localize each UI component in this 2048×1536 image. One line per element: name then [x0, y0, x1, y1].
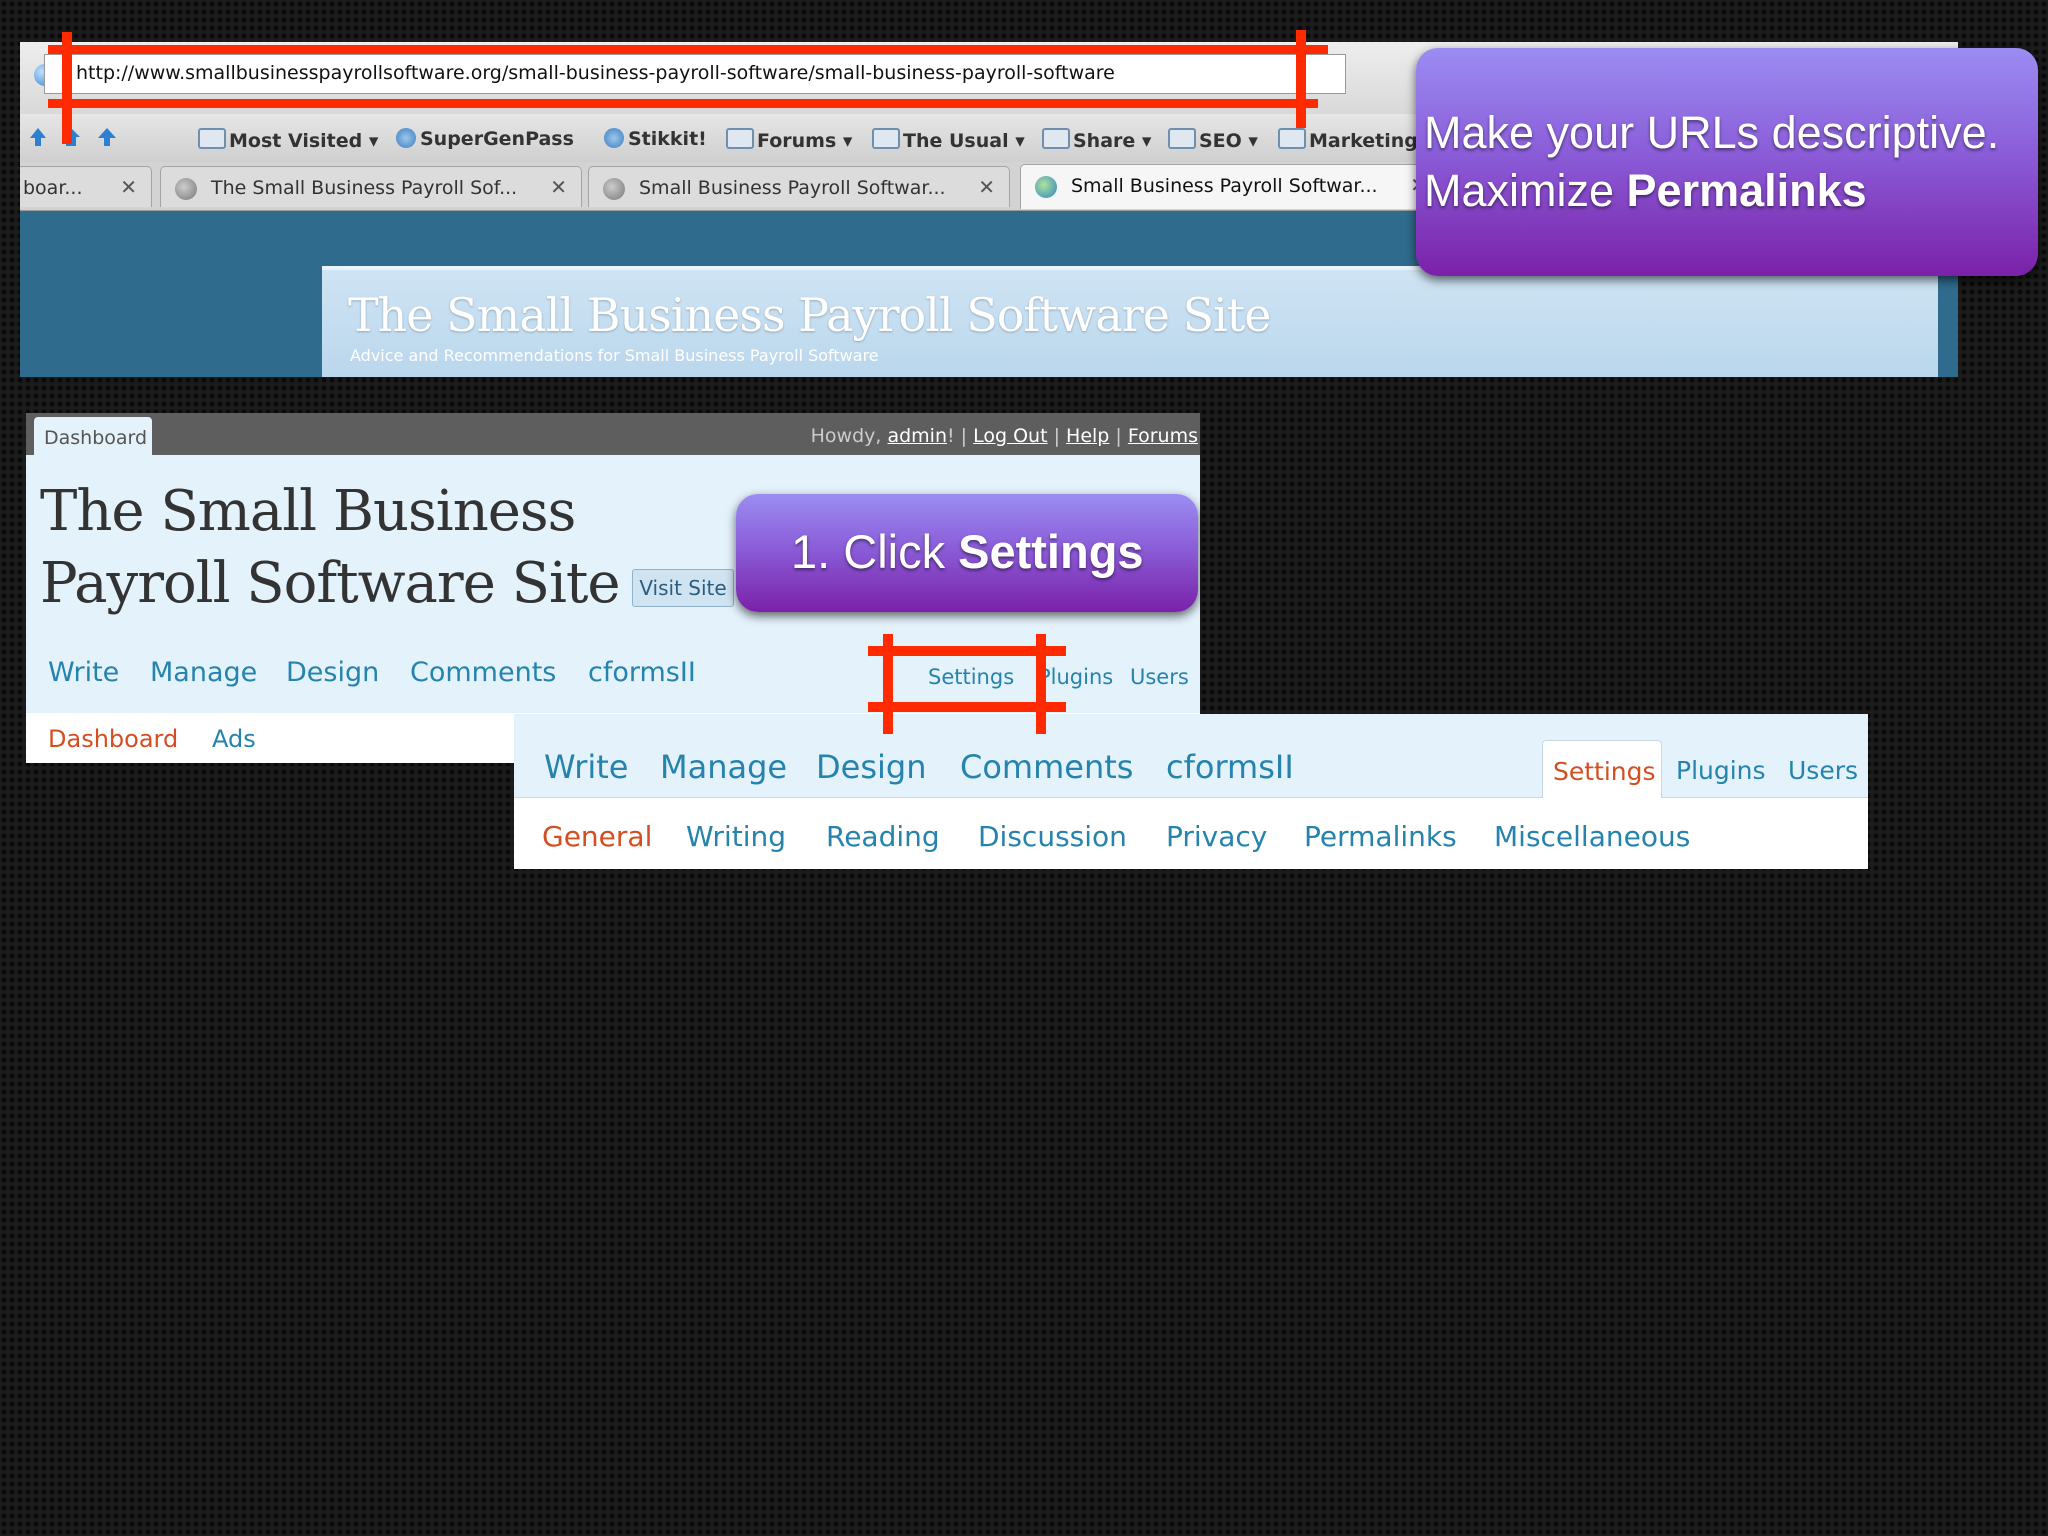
bookmark-forums[interactable]: Forums ▾	[726, 128, 852, 152]
user-links: Howdy, admin! | Log Out | Help | Forums	[810, 425, 1198, 447]
help-link[interactable]: Help	[1066, 425, 1109, 447]
bookmark-most-visited[interactable]: Most Visited ▾	[198, 128, 378, 152]
admin-menu-bar: Write Manage Design Comments cformsII Se…	[514, 714, 1868, 799]
nav-settings[interactable]: Settings	[928, 665, 1014, 689]
visit-site-button[interactable]: Visit Site	[632, 569, 734, 607]
folder-icon	[1042, 128, 1070, 149]
url-highlight-top	[48, 45, 1328, 54]
folder-icon	[198, 128, 226, 149]
nav-manage[interactable]: Manage	[150, 657, 257, 688]
log-out-link[interactable]: Log Out	[973, 425, 1047, 447]
close-tab-icon[interactable]: ✕	[550, 175, 567, 199]
nav-write[interactable]: Write	[544, 748, 628, 786]
browser-tab-active[interactable]: Small Business Payroll Softwar... ✕	[1020, 164, 1442, 209]
bookmark-share[interactable]: Share ▾	[1042, 128, 1151, 152]
nav-manage[interactable]: Manage	[660, 748, 787, 786]
nav-comments[interactable]: Comments	[410, 657, 556, 688]
nav-plugins[interactable]: Plugins	[1676, 756, 1766, 785]
bookmark-stikkit[interactable]: Stikkit!	[604, 128, 707, 150]
address-bar-url[interactable]: http://www.smallbusinesspayrollsoftware.…	[76, 62, 1115, 84]
site-tagline: Advice and Recommendations for Small Bus…	[350, 346, 879, 365]
up-arrow-icon[interactable]	[96, 126, 118, 148]
wp-admin-screenshot-2: Write Manage Design Comments cformsII Se…	[514, 714, 1868, 869]
settings-highlight-right	[1036, 634, 1046, 734]
folder-icon	[726, 128, 754, 149]
submenu-ads[interactable]: Ads	[212, 725, 256, 753]
folder-icon	[1278, 128, 1306, 149]
close-tab-icon[interactable]: ✕	[120, 175, 137, 199]
nav-users[interactable]: Users	[1130, 665, 1189, 689]
blog-title-line-2: Payroll Software Site	[40, 551, 621, 616]
browser-tab[interactable]: boar... ✕	[20, 166, 152, 207]
close-tab-icon[interactable]: ✕	[978, 175, 995, 199]
globe-icon	[1035, 176, 1057, 198]
bookmark-the-usual[interactable]: The Usual ▾	[872, 128, 1025, 152]
nav-comments[interactable]: Comments	[960, 748, 1133, 786]
callout-line-2: Maximize Permalinks	[1424, 165, 1867, 216]
bookmark-supergenpass[interactable]: SuperGenPass	[396, 128, 574, 150]
click-settings-callout: 1. Click Settings	[736, 494, 1198, 612]
bookmarklet-icon	[604, 128, 624, 148]
settings-submenu: General Writing Reading Discussion Priva…	[514, 798, 1868, 869]
site-header: The Small Business Payroll Software Site…	[322, 266, 1938, 377]
globe-icon	[603, 178, 625, 200]
submenu-permalinks[interactable]: Permalinks	[1304, 820, 1457, 853]
submenu-discussion[interactable]: Discussion	[978, 820, 1127, 853]
forums-link[interactable]: Forums	[1128, 425, 1198, 447]
dashboard-tab[interactable]: Dashboard	[34, 417, 152, 455]
nav-cformsii[interactable]: cformsII	[1166, 748, 1294, 786]
nav-cformsii[interactable]: cformsII	[588, 657, 696, 688]
bookmarklet-icon	[396, 128, 416, 148]
globe-icon	[175, 178, 197, 200]
nav-design[interactable]: Design	[816, 748, 926, 786]
submenu-general[interactable]: General	[542, 820, 652, 853]
browser-tab[interactable]: Small Business Payroll Softwar... ✕	[588, 166, 1010, 207]
nav-design[interactable]: Design	[286, 657, 379, 688]
permalinks-callout: Make your URLs descriptive. Maximize Per…	[1416, 48, 2038, 276]
folder-icon	[872, 128, 900, 149]
bookmark-seo[interactable]: SEO ▾	[1168, 128, 1258, 152]
settings-tab-active[interactable]: Settings	[1542, 740, 1662, 799]
url-highlight-left	[62, 32, 72, 144]
submenu-dashboard[interactable]: Dashboard	[48, 725, 178, 753]
callout-line-1: Make your URLs descriptive.	[1424, 107, 2000, 158]
url-highlight-right	[1296, 30, 1306, 128]
nav-plugins[interactable]: Plugins	[1038, 665, 1113, 689]
bookmark-icon[interactable]	[28, 126, 48, 148]
bookmark-marketing[interactable]: Marketing	[1278, 128, 1418, 152]
submenu-privacy[interactable]: Privacy	[1166, 820, 1267, 853]
nav-users[interactable]: Users	[1788, 756, 1858, 785]
admin-top-bar: Dashboard Howdy, admin! | Log Out | Help…	[26, 413, 1200, 455]
browser-tab[interactable]: The Small Business Payroll Sof... ✕	[160, 166, 582, 207]
callout-instruction: 1. Click Settings	[791, 525, 1144, 578]
admin-user-link[interactable]: admin	[887, 425, 947, 447]
submenu-miscellaneous[interactable]: Miscellaneous	[1494, 820, 1690, 853]
folder-icon	[1168, 128, 1196, 149]
url-highlight-bottom	[48, 99, 1318, 108]
blog-title-line-1: The Small Business	[40, 479, 576, 544]
submenu-writing[interactable]: Writing	[686, 820, 786, 853]
submenu-reading[interactable]: Reading	[826, 820, 940, 853]
nav-write[interactable]: Write	[48, 657, 119, 688]
site-title[interactable]: The Small Business Payroll Software Site	[348, 288, 1271, 342]
settings-highlight-left	[883, 634, 893, 734]
